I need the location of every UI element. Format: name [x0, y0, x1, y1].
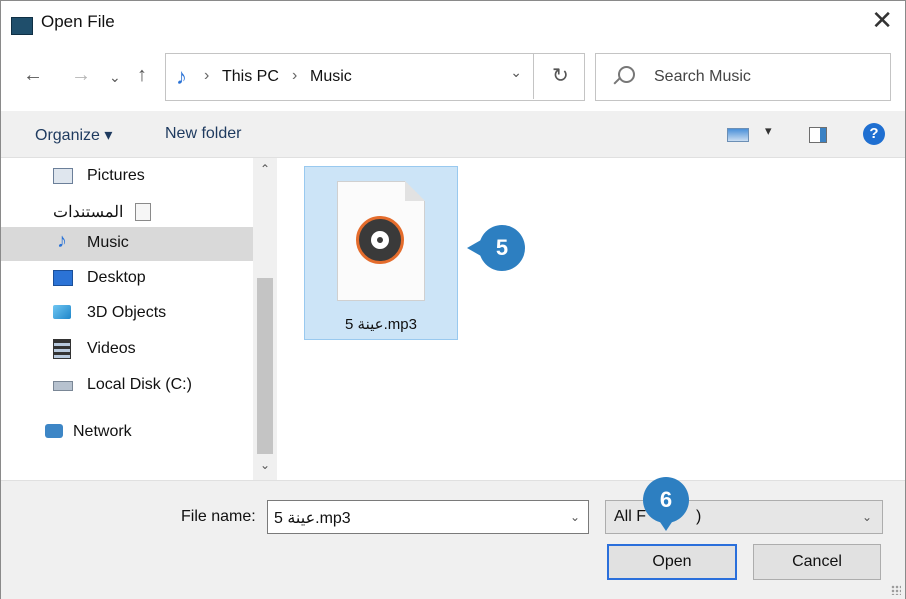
view-options-icon[interactable]	[727, 128, 749, 142]
sidebar-item-label: Music	[87, 234, 129, 251]
breadcrumb-separator: ›	[204, 67, 210, 84]
window-title: Open File	[41, 12, 115, 31]
scroll-up-icon[interactable]: ⌃	[260, 162, 270, 176]
refresh-icon: ↻	[552, 65, 569, 87]
open-file-dialog: Open File ✕ ← → ⌄ ↑ ♪ › This PC › Music …	[0, 0, 906, 599]
file-type-tail: )	[696, 508, 702, 525]
sidebar-item-label: المستندات	[53, 204, 124, 221]
sidebar-item-desktop[interactable]: Desktop	[1, 262, 253, 296]
new-folder-button[interactable]: New folder	[165, 125, 241, 143]
title-bar: Open File ✕	[1, 1, 905, 41]
breadcrumb-music[interactable]: Music	[310, 68, 352, 86]
cancel-button[interactable]: Cancel	[753, 544, 881, 580]
search-input[interactable]: Search Music	[595, 53, 891, 101]
music-note-icon: ♪	[57, 230, 67, 252]
command-toolbar: Organize ▾ New folder ▾ ?	[1, 111, 905, 158]
forward-arrow-icon[interactable]: →	[71, 65, 91, 85]
music-note-icon: ♪	[176, 64, 187, 89]
music-file-icon	[337, 181, 425, 301]
address-row: ← → ⌄ ↑ ♪ › This PC › Music ⌄ ↻ Search M…	[1, 41, 905, 111]
preview-pane-icon[interactable]	[809, 127, 827, 143]
sidebar-item-label: 3D Objects	[87, 304, 167, 321]
3d-objects-icon	[53, 305, 71, 319]
scrollbar-thumb[interactable]	[257, 278, 273, 454]
sidebar-item-label: Desktop	[87, 269, 146, 286]
sidebar-item-3d-objects[interactable]: 3D Objects	[1, 297, 253, 331]
file-list: 5 عينة.mp3	[277, 158, 905, 480]
sidebar-item-music[interactable]: ♪ Music	[1, 227, 253, 261]
sidebar-item-label: Network	[73, 423, 132, 440]
search-icon	[618, 66, 635, 83]
chevron-down-icon[interactable]: ⌄	[510, 64, 522, 81]
pictures-icon	[53, 168, 73, 184]
organize-menu[interactable]: Organize ▾	[35, 125, 112, 145]
sidebar-item-local-disk[interactable]: Local Disk (C:)	[1, 369, 253, 403]
breadcrumb-separator: ›	[292, 67, 298, 84]
step-callout-5: 5	[467, 225, 525, 271]
resize-grip-icon[interactable]	[891, 585, 901, 595]
open-button[interactable]: Open	[607, 544, 737, 580]
sidebar-item-label: Local Disk (C:)	[87, 376, 192, 393]
recent-locations-icon[interactable]: ⌄	[109, 67, 121, 87]
network-icon	[45, 424, 63, 438]
address-bar[interactable]: ♪ › This PC › Music ⌄	[165, 53, 585, 101]
refresh-button[interactable]: ↻	[533, 53, 584, 99]
sidebar-scrollbar[interactable]: ⌃ ⌄	[253, 158, 277, 480]
file-name-value: 5 عينة.mp3	[274, 510, 351, 527]
local-disk-icon	[53, 381, 73, 391]
bottom-panel: File name: 5 عينة.mp3 ⌄ All F ) ⌄ Open C…	[1, 480, 905, 599]
up-arrow-icon[interactable]: ↑	[137, 65, 147, 85]
close-icon[interactable]: ✕	[871, 7, 893, 33]
sidebar-item-label: Videos	[87, 340, 136, 357]
step-callout-6: 6	[643, 477, 689, 531]
videos-icon	[53, 339, 71, 359]
desktop-icon	[53, 270, 73, 286]
navigation-pane: Pictures المستندات ♪ Music Desktop 3D Ob…	[1, 158, 277, 480]
sidebar-item-label: Pictures	[87, 167, 145, 184]
file-name-field[interactable]: 5 عينة.mp3 ⌄	[267, 500, 589, 534]
sidebar-item-documents[interactable]: المستندات	[1, 195, 253, 229]
sidebar-item-videos[interactable]: Videos	[1, 333, 253, 367]
sidebar-item-network[interactable]: Network	[1, 416, 253, 450]
file-name-label: 5 عينة.mp3	[345, 316, 417, 333]
disc-icon	[356, 216, 404, 264]
scroll-down-icon[interactable]: ⌄	[260, 458, 270, 472]
back-arrow-icon[interactable]: ←	[23, 65, 43, 85]
documents-icon	[135, 203, 151, 221]
app-icon	[11, 17, 33, 35]
file-item[interactable]: 5 عينة.mp3	[304, 166, 458, 340]
chevron-down-icon[interactable]: ⌄	[570, 510, 580, 524]
breadcrumb-this-pc[interactable]: This PC	[222, 68, 279, 86]
sidebar-item-pictures[interactable]: Pictures	[1, 160, 253, 194]
chevron-down-icon[interactable]: ⌄	[862, 510, 872, 524]
help-icon[interactable]: ?	[863, 123, 885, 145]
search-placeholder: Search Music	[654, 68, 751, 85]
file-name-label: File name:	[181, 508, 256, 525]
file-type-value: All F	[614, 508, 646, 525]
view-dropdown-icon[interactable]: ▾	[765, 123, 772, 139]
